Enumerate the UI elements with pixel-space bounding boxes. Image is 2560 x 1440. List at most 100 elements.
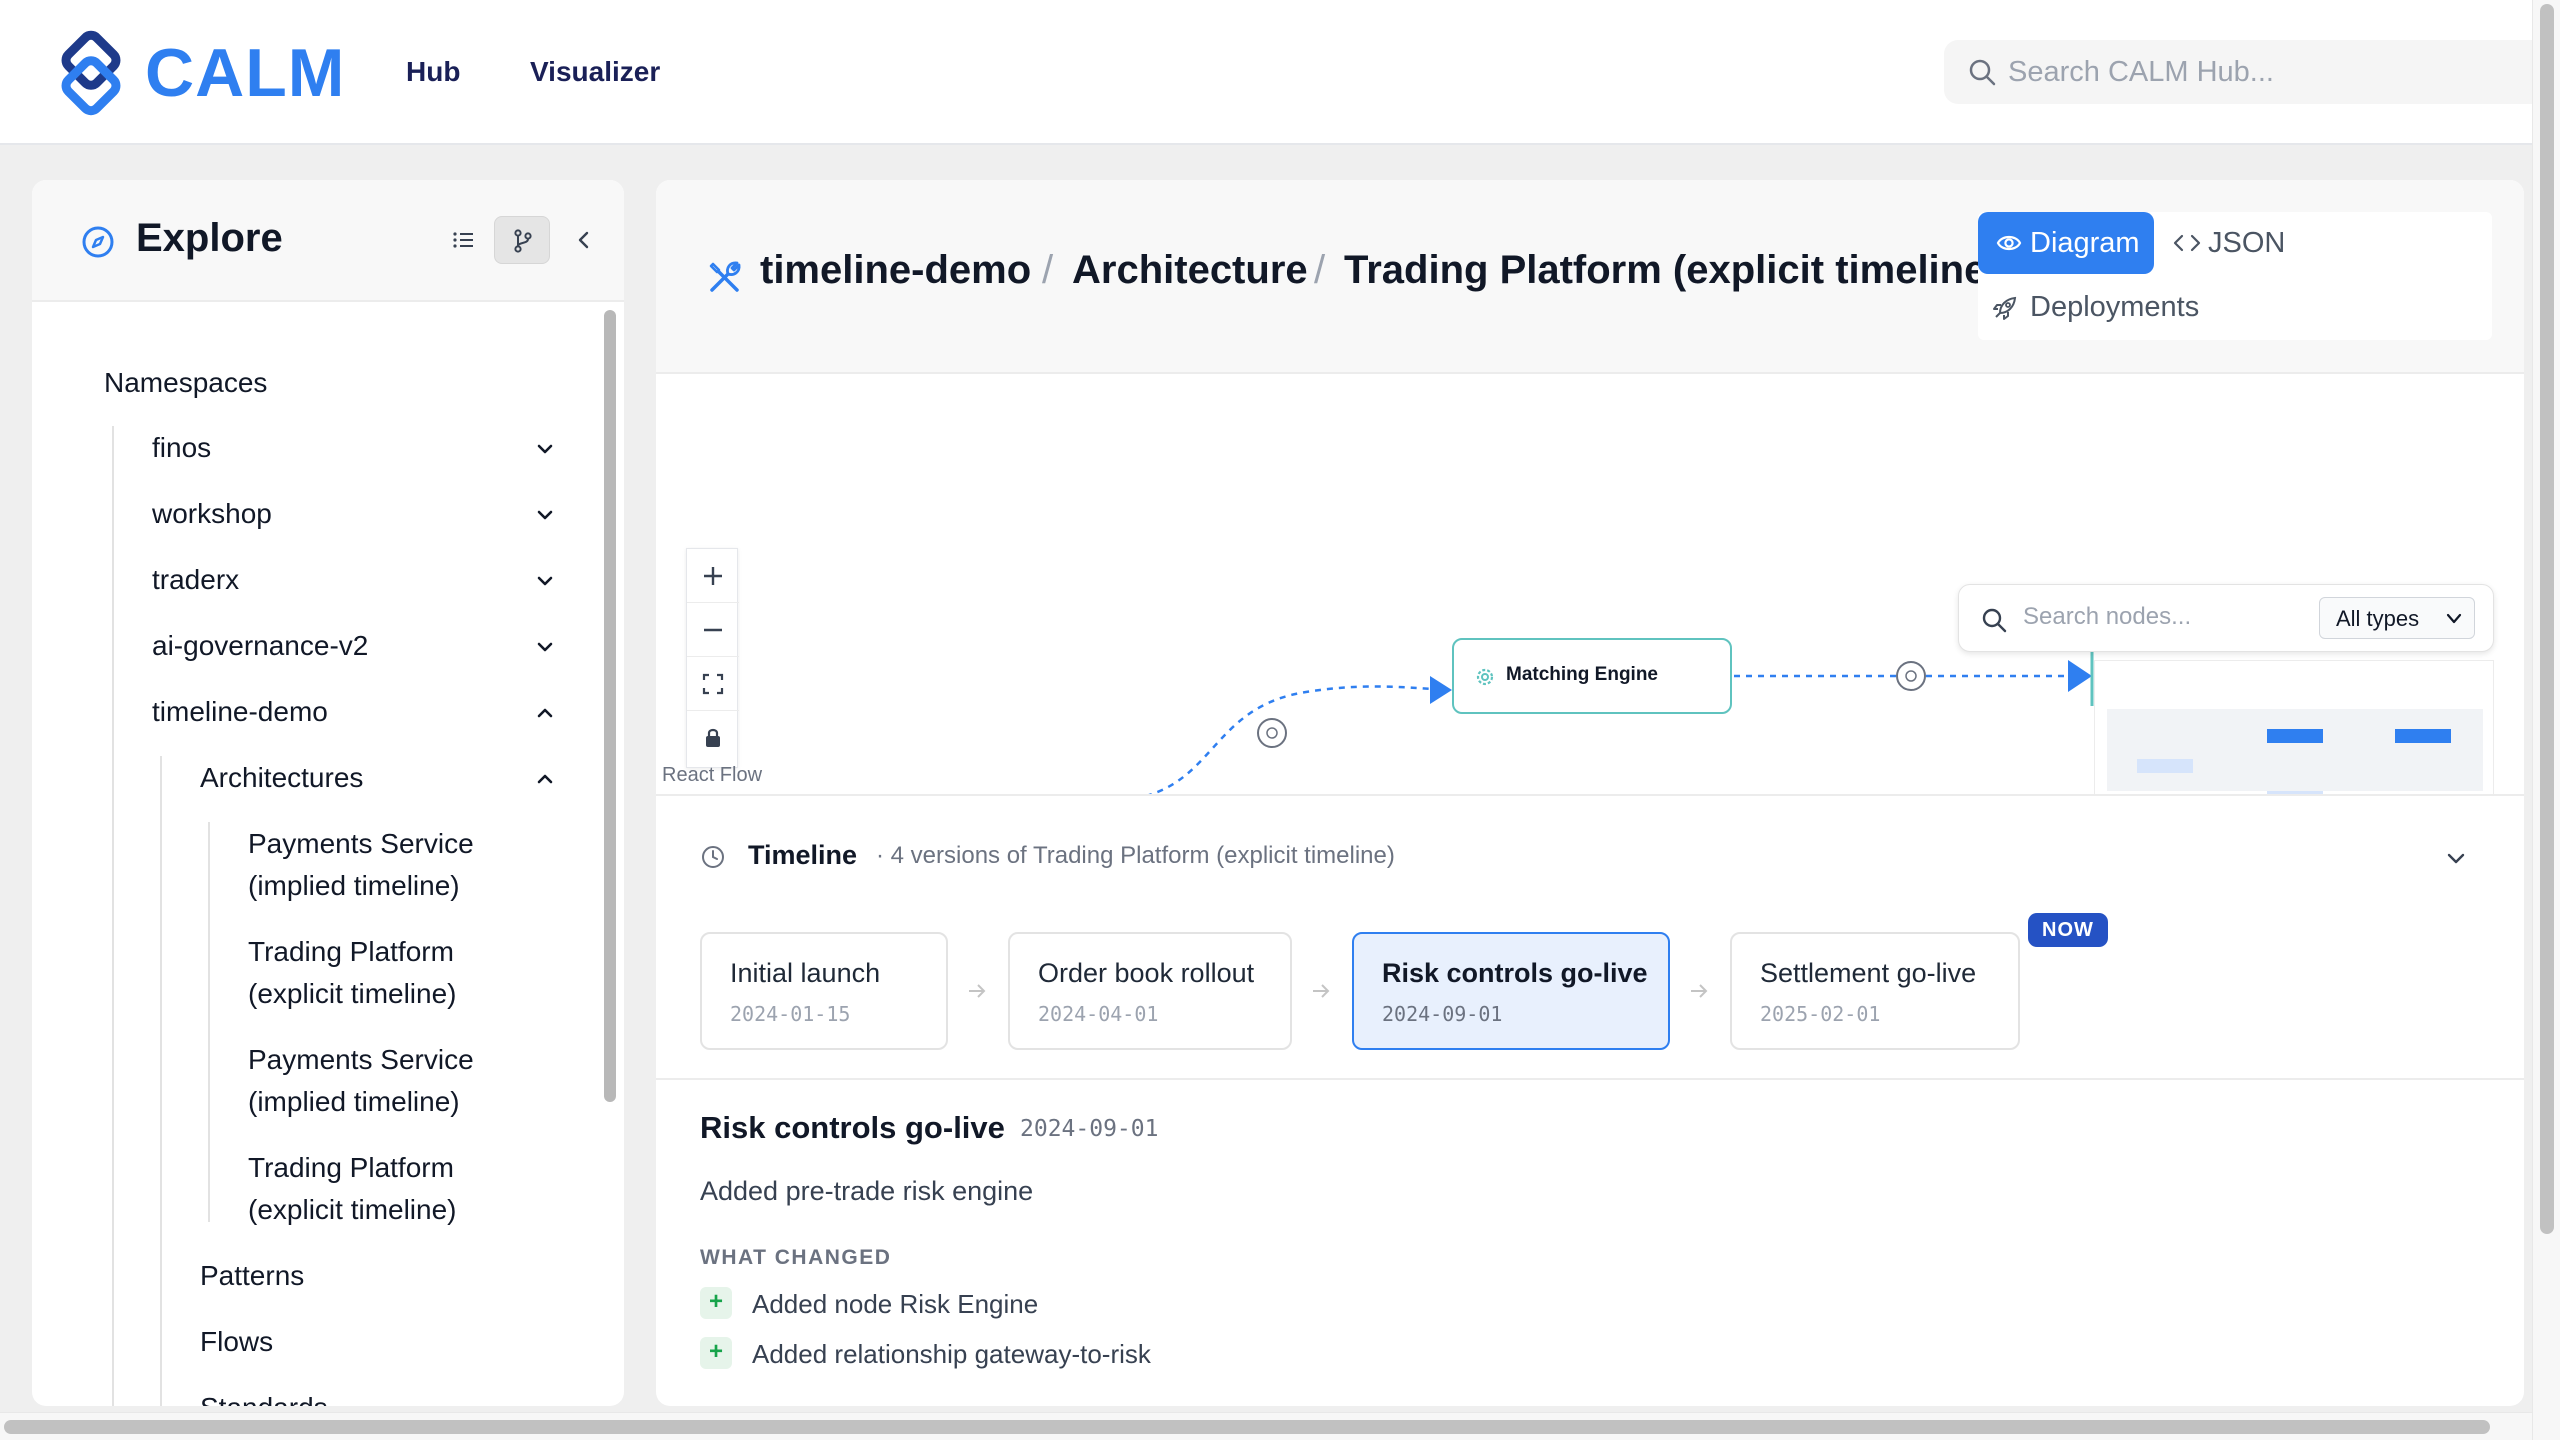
top-bar: CALM Hub Visualizer Search CALM Hub... bbox=[0, 0, 2532, 145]
top-search-placeholder: Search CALM Hub... bbox=[2008, 56, 2274, 88]
arrow-right-icon bbox=[1691, 984, 1708, 998]
search-icon bbox=[1982, 608, 2007, 633]
tree-item-architectures[interactable]: Architectures bbox=[200, 757, 363, 799]
page-vertical-scrollbar[interactable] bbox=[2532, 0, 2560, 1440]
tree-item-timeline-demo[interactable]: timeline-demo bbox=[152, 691, 328, 733]
chevron-down-icon[interactable] bbox=[534, 570, 556, 592]
plus-icon: + bbox=[700, 1337, 732, 1369]
chevron-down-icon[interactable] bbox=[534, 504, 556, 526]
minimap-view bbox=[2107, 709, 2483, 794]
minimap[interactable] bbox=[2094, 660, 2494, 794]
brand-name[interactable]: CALM bbox=[145, 34, 345, 112]
timeline-subtitle: · 4 versions of Trading Platform (explic… bbox=[876, 842, 1395, 869]
fit-view-button[interactable] bbox=[687, 657, 739, 711]
timeline-version-card[interactable]: Order book rollout 2024-04-01 bbox=[1008, 932, 1292, 1050]
divider bbox=[656, 1078, 2524, 1080]
tree-item-architecture[interactable]: Trading Platform (explicit timeline) bbox=[248, 931, 457, 1015]
version-detail-date: 2024-09-01 bbox=[1020, 1116, 1159, 1142]
diagram-canvas[interactable]: React Flow Matching Engine Search nodes.… bbox=[656, 376, 2524, 796]
git-branch-icon bbox=[514, 229, 532, 253]
calm-logo-icon[interactable] bbox=[48, 30, 134, 116]
plus-icon bbox=[704, 567, 722, 585]
chevron-down-icon[interactable] bbox=[2444, 846, 2468, 870]
chevron-up-icon[interactable] bbox=[534, 702, 556, 724]
top-search-input[interactable]: Search CALM Hub... bbox=[1944, 40, 2532, 104]
tree-namespaces-label[interactable]: Namespaces bbox=[104, 362, 267, 404]
nav-hub[interactable]: Hub bbox=[406, 56, 460, 88]
arrow-right-icon bbox=[1313, 984, 1330, 998]
main-panel: timeline-demo / Architecture / Trading P… bbox=[656, 180, 2524, 1406]
tree-guide-line bbox=[112, 426, 114, 1406]
sidebar-title: Explore bbox=[136, 216, 283, 260]
tab-deployments[interactable]: Deployments bbox=[1978, 276, 2228, 338]
timeline-version-card[interactable]: Settlement go-live 2025-02-01 bbox=[1730, 932, 2020, 1050]
zoom-out-button[interactable] bbox=[687, 603, 739, 657]
breadcrumb-section[interactable]: Architecture bbox=[1072, 248, 1308, 293]
tab-diagram[interactable]: Diagram bbox=[1978, 212, 2154, 274]
tree-item-finos[interactable]: finos bbox=[152, 427, 211, 469]
diagram-node[interactable]: Matching Engine bbox=[1452, 638, 1732, 714]
search-icon bbox=[1969, 59, 1996, 86]
clock-icon bbox=[702, 846, 724, 868]
tree-view-button[interactable] bbox=[494, 216, 550, 264]
tree-item-architecture[interactable]: Trading Platform (explicit timeline) bbox=[248, 1147, 457, 1231]
code-icon bbox=[2173, 234, 2201, 252]
lock-button[interactable] bbox=[687, 711, 739, 765]
nav-visualizer[interactable]: Visualizer bbox=[530, 56, 660, 88]
change-item: Added node Risk Engine bbox=[752, 1289, 1039, 1319]
sidebar-header: Explore bbox=[32, 180, 624, 302]
breadcrumb-current: Trading Platform (explicit timeline) bbox=[1344, 248, 2000, 292]
tree-item-flows[interactable]: Flows bbox=[200, 1321, 273, 1363]
node-label: Matching Engine bbox=[1506, 664, 1658, 685]
tree-item-workshop[interactable]: workshop bbox=[152, 493, 272, 535]
plus-icon: + bbox=[700, 1287, 732, 1319]
breadcrumb-separator: / bbox=[1314, 248, 1326, 292]
eye-icon bbox=[1996, 235, 2022, 251]
react-flow-attribution[interactable]: React Flow bbox=[662, 764, 762, 787]
list-view-button[interactable] bbox=[436, 216, 492, 264]
change-item: Added relationship gateway-to-risk bbox=[752, 1339, 1151, 1369]
node-search-input[interactable]: Search nodes... bbox=[2023, 603, 2191, 631]
tree-guide-line bbox=[160, 756, 162, 1406]
chevron-left-icon bbox=[578, 231, 589, 249]
chevron-down-icon bbox=[2446, 613, 2462, 624]
chevron-down-icon[interactable] bbox=[534, 438, 556, 460]
view-switcher: Diagram JSON Deployments bbox=[1978, 212, 2492, 340]
tree-item-standards[interactable]: Standards bbox=[200, 1387, 328, 1406]
type-filter-select[interactable]: All types bbox=[2319, 597, 2475, 639]
arrow-right-icon bbox=[969, 984, 986, 998]
page-horizontal-scrollbar[interactable] bbox=[0, 1412, 2532, 1440]
breadcrumb-separator: / bbox=[1042, 248, 1054, 292]
explore-sidebar: Explore Namespaces finos workshop trader… bbox=[32, 180, 624, 1406]
tools-icon bbox=[709, 261, 741, 292]
fullscreen-icon bbox=[702, 673, 724, 695]
tree-item-patterns[interactable]: Patterns bbox=[200, 1255, 304, 1297]
timeline-title: Timeline bbox=[748, 840, 858, 870]
tree-item-ai-governance-v2[interactable]: ai-governance-v2 bbox=[152, 625, 368, 667]
timeline-version-card-current[interactable]: Risk controls go-live 2024-09-01 bbox=[1352, 932, 1670, 1050]
tree-item-architecture[interactable]: Payments Service (implied timeline) bbox=[248, 1039, 474, 1123]
tree-guide-line bbox=[208, 822, 210, 1222]
chevron-down-icon[interactable] bbox=[534, 636, 556, 658]
tab-json[interactable]: JSON bbox=[2168, 212, 2308, 274]
version-description: Added pre-trade risk engine bbox=[700, 1176, 1034, 1206]
compass-icon bbox=[82, 226, 114, 258]
lock-icon bbox=[706, 728, 720, 747]
breadcrumb-namespace[interactable]: timeline-demo bbox=[760, 248, 1031, 293]
timeline-version-card[interactable]: Initial launch 2024-01-15 bbox=[700, 932, 948, 1050]
version-detail-title: Risk controls go-live bbox=[700, 1110, 1005, 1145]
minus-icon bbox=[704, 628, 722, 632]
tree-item-architecture[interactable]: Payments Service (implied timeline) bbox=[248, 823, 474, 907]
node-search: Search nodes... All types bbox=[1958, 584, 2494, 652]
tree-item-traderx[interactable]: traderx bbox=[152, 559, 239, 601]
zoom-in-button[interactable] bbox=[687, 549, 739, 603]
rocket-icon bbox=[1993, 296, 2017, 320]
sidebar-scrollbar[interactable] bbox=[602, 310, 618, 1400]
what-changed-label: WHAT CHANGED bbox=[700, 1246, 892, 1269]
chevron-up-icon[interactable] bbox=[534, 768, 556, 790]
gear-icon bbox=[1476, 668, 1494, 686]
zoom-controls bbox=[686, 548, 739, 768]
collapse-sidebar-button[interactable] bbox=[556, 216, 612, 264]
now-badge: NOW bbox=[2028, 913, 2108, 947]
main-header: timeline-demo / Architecture / Trading P… bbox=[656, 180, 2524, 374]
